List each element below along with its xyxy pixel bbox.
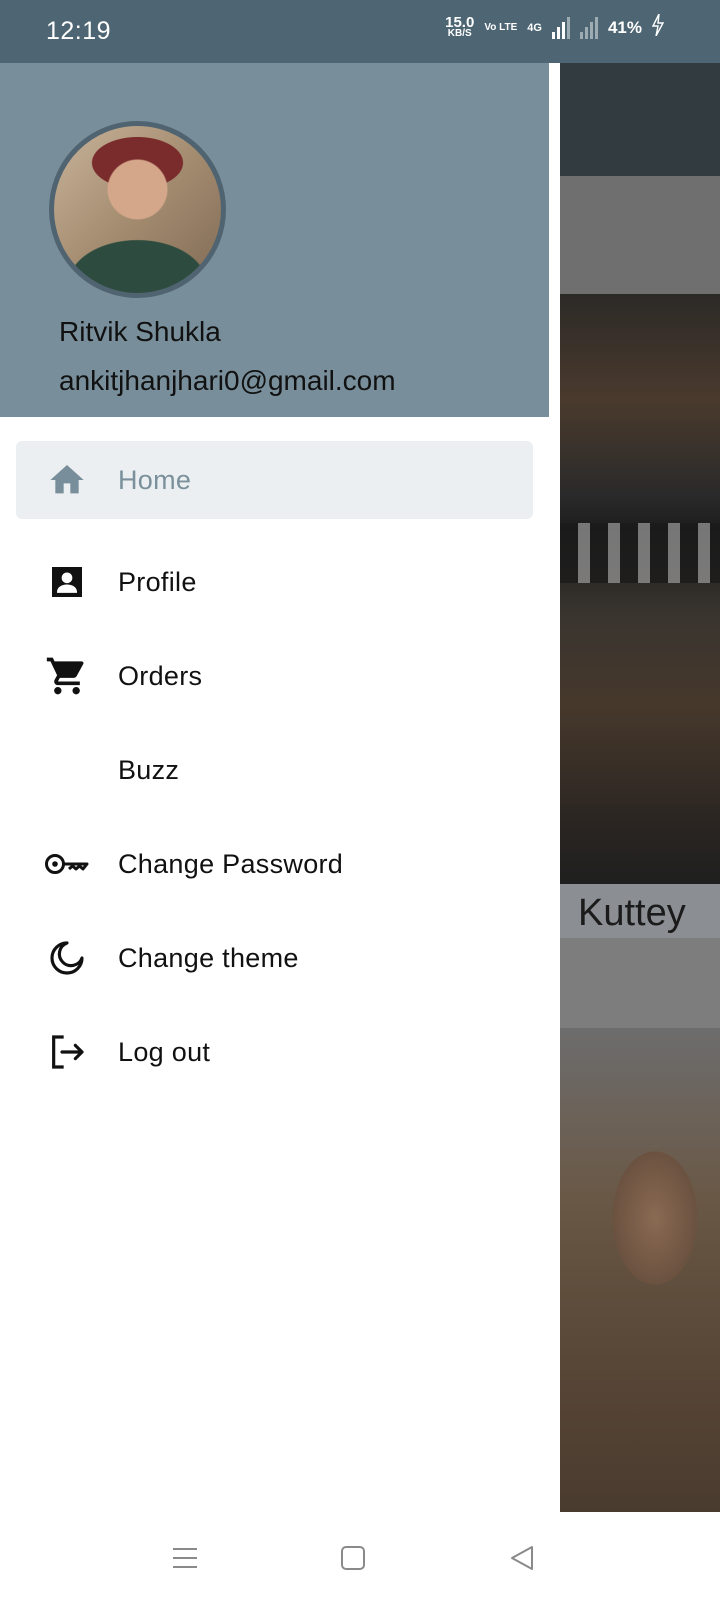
key-icon (44, 841, 90, 887)
network-speed: 15.0 KB/S (445, 13, 475, 39)
menu-item-label: Orders (118, 660, 203, 691)
signal-icon (551, 16, 570, 39)
drawer-menu: Home Profile Orders Buzz Change Password… (0, 441, 549, 1099)
back-button[interactable] (502, 1538, 542, 1578)
user-email: ankitjhanjhari0@gmail.com (59, 365, 396, 396)
background-banner (560, 176, 720, 294)
menu-item-home[interactable]: Home (16, 441, 533, 519)
menu-item-label: Change Password (118, 848, 344, 879)
screen: 12:19 15.0 KB/S Vo LTE 4G 41% Kuttey Rit… (0, 0, 720, 1600)
movie-poster-title-band (560, 523, 720, 583)
recent-apps-button[interactable] (165, 1538, 205, 1578)
menu-item-log-out[interactable]: Log out (0, 1005, 549, 1099)
menu-item-buzz[interactable]: Buzz (0, 723, 549, 817)
signal-icon-sim2 (579, 16, 598, 39)
avatar[interactable] (49, 121, 226, 298)
menu-item-profile[interactable]: Profile (0, 535, 549, 629)
network-speed-value: 15.0 (445, 13, 475, 31)
background-app: Kuttey (560, 63, 720, 1512)
system-nav-bar (0, 1512, 720, 1600)
menu-item-label: Profile (118, 566, 197, 597)
battery-level: 41% (607, 17, 642, 37)
home-button[interactable] (333, 1538, 373, 1578)
navigation-drawer: Ritvik Shukla ankitjhanjhari0@gmail.com … (0, 63, 549, 1512)
network-speed-unit: KB/S (447, 27, 472, 39)
menu-item-change-password[interactable]: Change Password (0, 817, 549, 911)
charging-icon (651, 13, 665, 41)
movie-caption-text: Kuttey (578, 892, 686, 934)
home-icon (44, 457, 90, 503)
cart-icon (44, 653, 90, 699)
network-type: 4G (527, 21, 542, 34)
menu-item-label: Home (118, 464, 192, 495)
status-icons: 15.0 KB/S Vo LTE 4G 41% (445, 13, 665, 41)
volte-indicator: Vo LTE (484, 22, 518, 33)
background-gap (560, 938, 720, 1028)
status-bar: 12:19 15.0 KB/S Vo LTE 4G 41% (0, 0, 720, 63)
background-toolbar (560, 63, 720, 176)
moon-icon (44, 935, 90, 981)
logout-icon (44, 1029, 90, 1075)
user-name: Ritvik Shukla (59, 316, 221, 347)
movie-poster-2[interactable] (560, 1028, 720, 1512)
menu-item-label: Buzz (118, 754, 180, 785)
movie-caption: Kuttey (560, 884, 720, 938)
menu-item-label: Log out (118, 1036, 211, 1067)
menu-item-orders[interactable]: Orders (0, 629, 549, 723)
status-time: 12:19 (46, 17, 112, 45)
menu-item-label: Change theme (118, 942, 299, 973)
menu-item-change-theme[interactable]: Change theme (0, 911, 549, 1005)
movie-poster[interactable] (560, 294, 720, 884)
drawer-header: Ritvik Shukla ankitjhanjhari0@gmail.com (0, 63, 549, 417)
profile-icon (44, 559, 90, 605)
